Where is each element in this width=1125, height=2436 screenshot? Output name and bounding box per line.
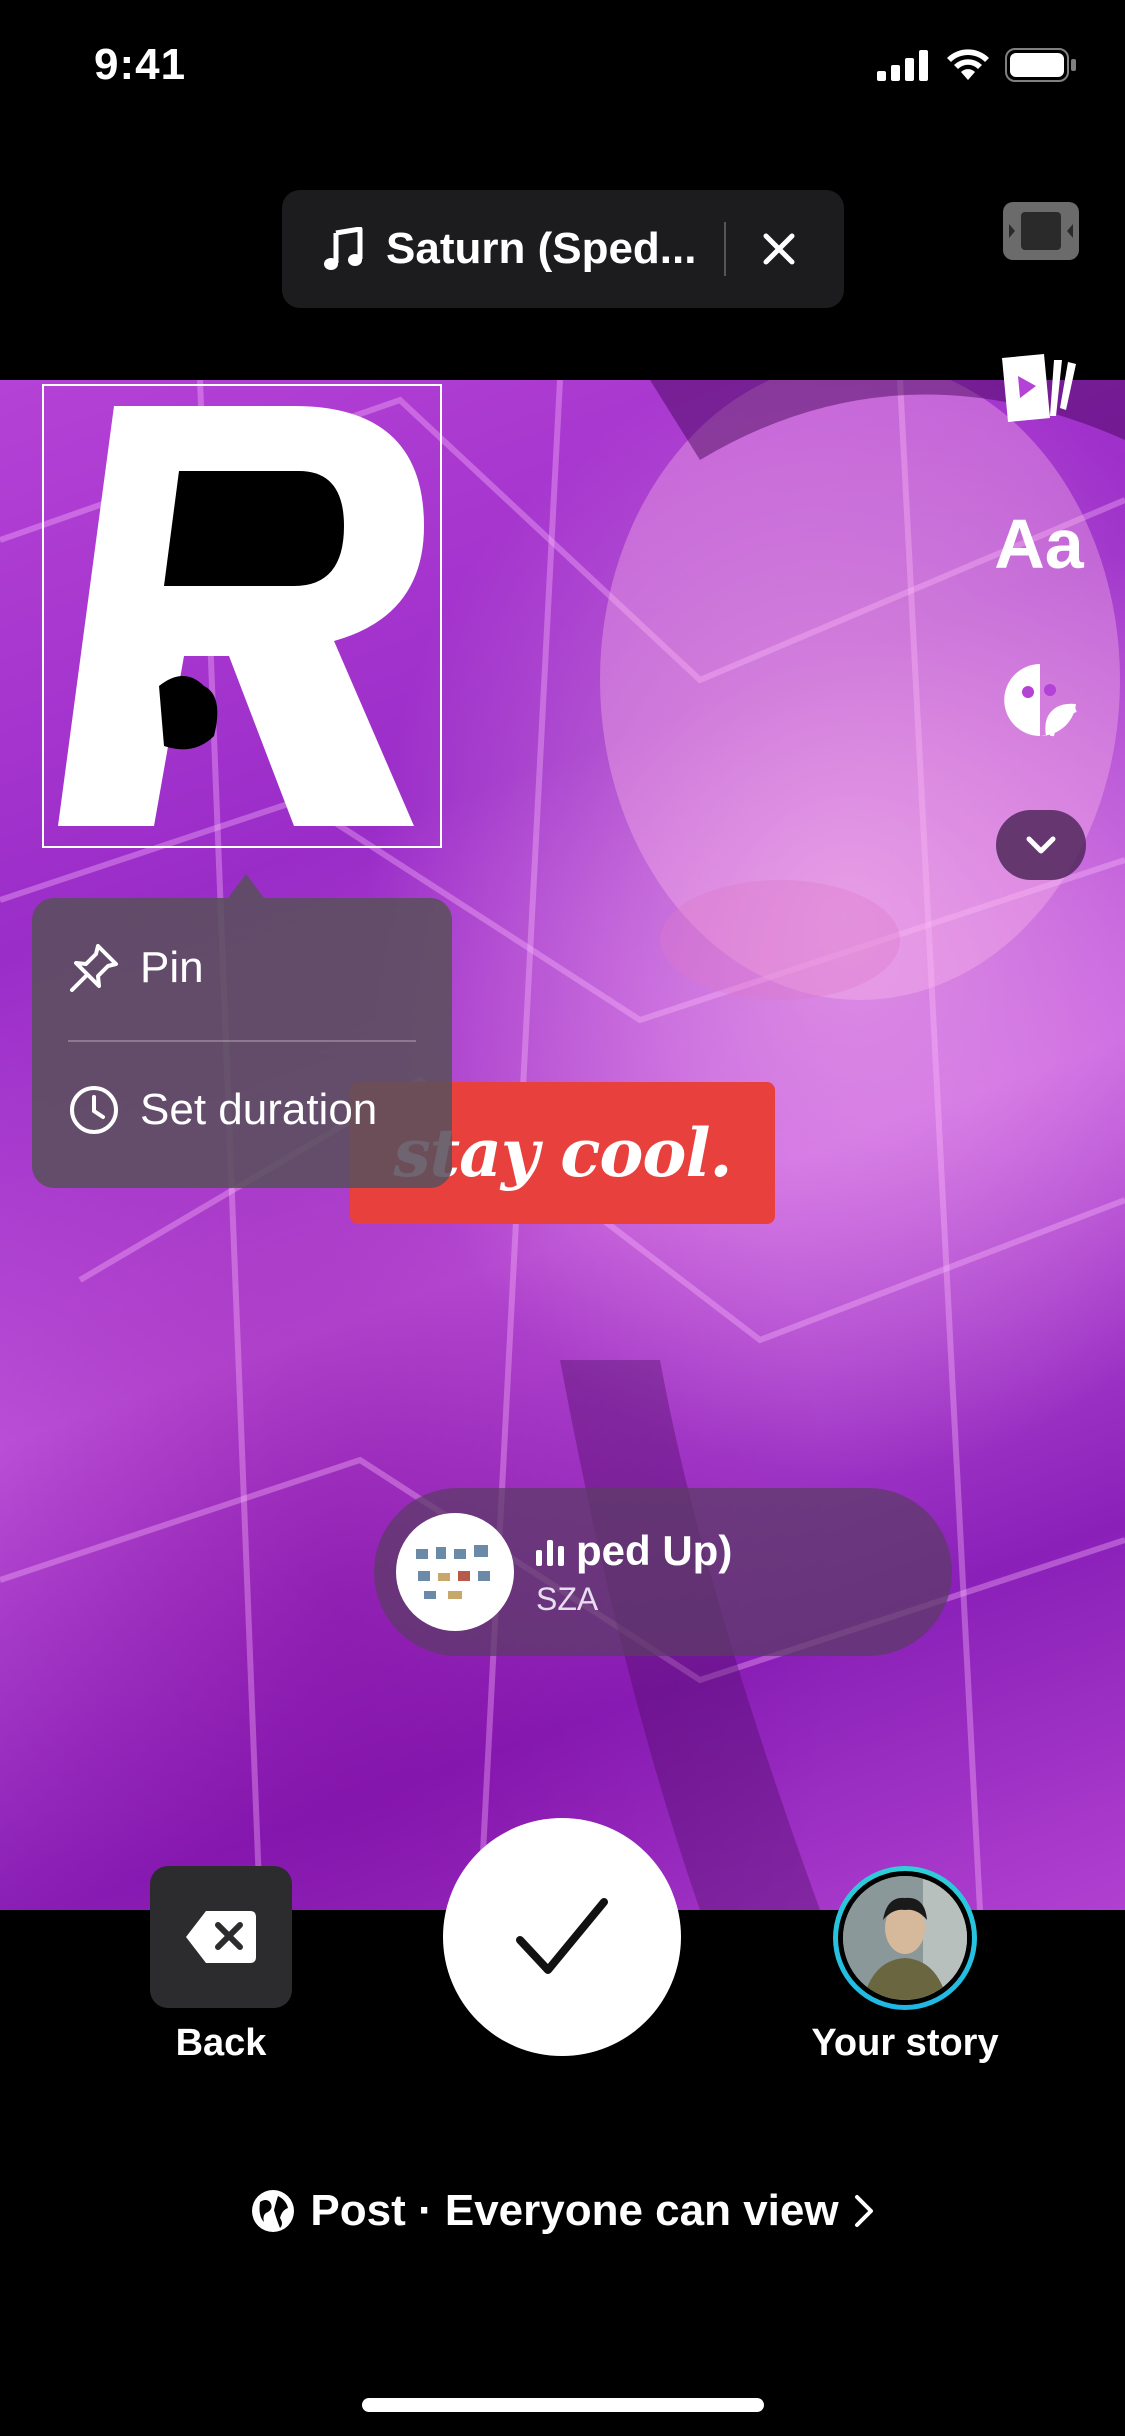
battery-icon [1005,48,1076,82]
music-note-icon [324,227,363,270]
post-visibility-label: Post · Everyone can view [310,2186,839,2235]
checkmark-icon [516,1898,608,1974]
sticker-icon [1004,664,1077,737]
your-story-label: Your story [811,2022,999,2064]
sticker-options-menu: Pin Set duration [32,898,452,1188]
sound-title: Saturn (Sped... [386,224,697,273]
close-icon[interactable] [762,232,796,266]
status-icons [877,48,1077,82]
back-button[interactable] [150,1866,292,2008]
template-button[interactable] [996,350,1082,426]
crop-aspect-button[interactable] [1000,198,1082,264]
avatar-graphic [843,1876,967,2000]
set-duration-label: Set duration [140,1085,378,1134]
sticker-tool-button[interactable] [1000,660,1080,740]
text-tool-button[interactable]: Aa [994,504,1084,584]
music-title: ped Up) [576,1526,733,1574]
album-art-graphic [416,1545,490,1599]
sound-divider [724,222,727,276]
signal-icon [877,50,928,81]
aspect-ratio-icon [1003,202,1079,260]
avatar [843,1876,967,2000]
chevron-right-icon [854,2195,873,2227]
music-artist: SZA [536,1580,599,1617]
status-time: 9:41 [94,40,187,89]
pin-icon [70,944,118,992]
pin-label: Pin [140,943,204,992]
more-tools-button[interactable] [996,810,1086,880]
album-art [396,1513,514,1631]
music-sticker[interactable]: ped Up) SZA [374,1488,952,1656]
confirm-button[interactable] [443,1818,681,2056]
your-story-button[interactable] [833,1866,977,2010]
chevron-down-icon [1026,836,1056,854]
audio-bars-icon [536,1539,564,1566]
clock-icon [70,1086,118,1134]
pin-menu-item[interactable]: Pin [68,942,204,994]
globe-icon [252,2190,295,2232]
set-duration-menu-item[interactable]: Set duration [68,1084,377,1136]
template-icon [1002,354,1076,422]
popup-arrow [228,874,264,898]
delete-backspace-icon [186,1911,256,1963]
sound-selector[interactable]: Saturn (Sped... [282,190,844,308]
wifi-icon [947,49,989,80]
r-letter-sticker[interactable] [42,384,442,848]
popup-divider [68,1040,416,1042]
music-title-row: ped Up) [536,1527,732,1575]
back-label: Back [175,2022,267,2064]
home-indicator[interactable] [362,2398,764,2412]
r-letter-graphic [58,406,424,826]
post-visibility-button[interactable]: Post · Everyone can view [0,2186,1125,2236]
